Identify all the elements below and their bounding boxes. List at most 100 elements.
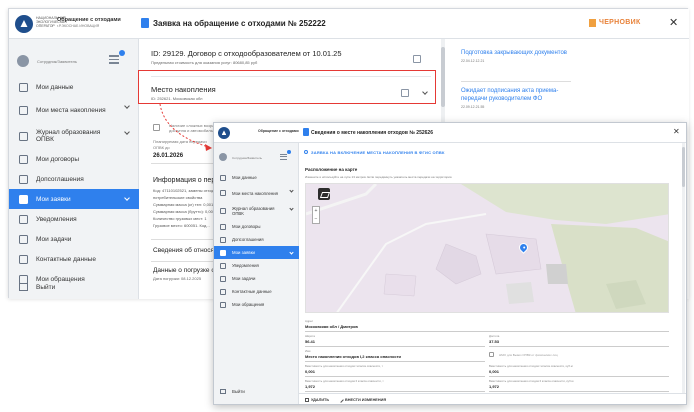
menu-item-icon: [220, 174, 226, 181]
close-icon[interactable]: ✕: [669, 16, 678, 29]
edit-icon[interactable]: [413, 55, 421, 63]
zoom-in-button[interactable]: +: [313, 207, 319, 215]
front-brand: Обращение с отходами: [214, 123, 299, 143]
sidebar-item[interactable]: Мои задачи: [9, 229, 139, 249]
sidebar-item[interactable]: Мои договоры: [214, 220, 299, 233]
transfer-date-label: Планируемая дата передачи: [153, 139, 207, 144]
sidebar-item[interactable]: Уведомления: [214, 259, 299, 272]
sidebar-item[interactable]: Допсоглашения: [214, 233, 299, 246]
chevron-down-icon: [124, 103, 130, 109]
sidebar-item[interactable]: Допсоглашения: [9, 169, 139, 189]
exit-icon: [19, 283, 28, 291]
sidebar-item[interactable]: Мои задачи: [214, 272, 299, 285]
org-title: Обращение с отходами: [258, 129, 299, 133]
edit-button[interactable]: ВНЕСТИ ИЗМЕНЕНИЯ: [338, 396, 386, 403]
sidebar-item[interactable]: Мои места накопления: [9, 97, 139, 123]
capacity-class2-t-field[interactable]: Вместимость для накопления отходов II кл…: [305, 379, 485, 392]
sidebar-item[interactable]: Мои договоры: [9, 149, 139, 169]
sidebar-item-label: Мои заявки: [232, 250, 255, 255]
delete-label: УДАЛИТЬ: [311, 397, 330, 402]
latitude-field[interactable]: Широта 56.41: [305, 334, 485, 347]
capacity-class1-m3-field[interactable]: Вместимость для накопления отходов I кла…: [489, 364, 669, 377]
user-name: Сотрудник/Заявитель: [232, 156, 263, 160]
menu-item-icon: [220, 301, 226, 308]
menu-item-icon: [220, 288, 226, 295]
capacity-class1-t-field[interactable]: Вместимость для накопления отходов I кла…: [305, 364, 485, 377]
name-field[interactable]: Имя Место накопления отходов I,2 класса …: [305, 349, 485, 362]
longitude-field[interactable]: Долгота 37.53: [489, 334, 669, 347]
plus-circle-icon: [304, 150, 308, 154]
front-nav-menu: Мои данные Мои места накопления Журнал обр…: [214, 171, 299, 311]
sidebar-item[interactable]: Мои данные: [214, 171, 299, 184]
loading-subtitle: Дата погрузки: 08.12.2025: [153, 276, 202, 281]
exit-icon: [220, 389, 226, 394]
status-item[interactable]: Подготовка закрывающих документов 22.04.…: [461, 49, 581, 63]
capacity-label: Вместимость для накопления отходов I кла…: [305, 364, 383, 368]
org-logo-icon: [218, 127, 230, 139]
transfer-date-value: 26.01.2026: [153, 153, 184, 159]
status-item[interactable]: Ожидает подписания акта приема-передачи …: [461, 87, 581, 109]
exit-label: Выйти: [36, 283, 56, 291]
zoom-out-button[interactable]: −: [313, 215, 319, 223]
sidebar-item[interactable]: Журнал образования ОПВК: [9, 123, 139, 149]
sidebar-item[interactable]: Мои места накопления: [214, 184, 299, 202]
front-scrollbar[interactable]: [682, 143, 685, 393]
sidebar-item-label: Мои места накопления: [36, 106, 106, 114]
sidebar-item-label: Контактные данные: [232, 289, 272, 294]
sidebar-item[interactable]: Мои заявки: [9, 189, 139, 209]
exit-button[interactable]: Выйти: [19, 283, 55, 291]
location-map[interactable]: + −: [305, 183, 669, 313]
latitude-label: Широта: [305, 334, 315, 338]
front-main: ЗАЯВКА НА ВКЛЮЧЕНИЕ МЕСТА НАКОПЛЕНИЯ В Ф…: [299, 143, 686, 404]
chevron-down-icon: [289, 249, 294, 255]
layers-icon[interactable]: [318, 188, 330, 200]
org-logo-icon: [15, 15, 33, 33]
exit-label: Выйти: [232, 389, 245, 394]
section-title: Расположение на карте: [305, 167, 358, 172]
menu-toggle-icon[interactable]: [280, 150, 291, 160]
avatar[interactable]: [17, 55, 29, 67]
divider: [461, 81, 571, 82]
sidebar-item[interactable]: Контактные данные: [9, 249, 139, 269]
sidebar-item[interactable]: Уведомления: [9, 209, 139, 229]
menu-item-icon: [19, 234, 28, 244]
individuals-checkbox[interactable]: [489, 352, 494, 357]
chevron-down-icon: [124, 195, 130, 201]
menu-item-icon: [220, 249, 226, 256]
transfer-detail-line: Грузовое место: 600051. Код...: [153, 223, 210, 228]
close-icon[interactable]: ✕: [673, 127, 680, 136]
sidebar-item-label: Мои обращения: [232, 302, 265, 307]
menu-toggle-icon[interactable]: [109, 50, 125, 65]
sidebar-item[interactable]: Контактные данные: [214, 285, 299, 298]
sidebar-item[interactable]: Мои данные: [9, 77, 139, 97]
include-request-link[interactable]: ЗАЯВКА НА ВКЛЮЧЕНИЕ МЕСТА НАКОПЛЕНИЯ В Ф…: [311, 150, 445, 155]
chevron-down-icon: [289, 187, 294, 193]
exit-button[interactable]: Выйти: [220, 389, 245, 394]
sidebar-item[interactable]: Мои обращения: [214, 298, 299, 311]
transfer-detail-line: Суммарная масса (кг) тел: 0,001: [153, 202, 214, 207]
back-brand: НАЦИОНАЛЬНАЯ ЭКОЛОГИЧЕСКАЯ ОПЕРАТОР Обра…: [9, 9, 139, 39]
front-window: Обращение с отходами Сотрудник/Заявитель…: [213, 122, 687, 405]
chevron-down-icon: [289, 205, 294, 211]
transfer-detail-line: Код: 47110102521, замены отходов: [153, 188, 219, 193]
related-info-title: Сведения об относящ...: [153, 247, 221, 254]
sidebar-item[interactable]: Мои заявки: [214, 246, 299, 259]
menu-item-icon: [19, 105, 28, 115]
page-title: Сведения о месте накопления отходов № 25…: [311, 130, 433, 136]
sidebar-item-label: Мои договоры: [232, 224, 261, 229]
delete-button[interactable]: УДАЛИТЬ: [305, 397, 330, 402]
sidebar-item[interactable]: Журнал образования ОПВК: [214, 202, 299, 220]
sidebar-item-label: Мои задачи: [36, 235, 72, 243]
divider: [151, 261, 221, 262]
capacity-class2-m3-field[interactable]: Вместимость для накопления отходов II кл…: [489, 379, 669, 392]
avatar[interactable]: [219, 153, 227, 161]
transport-checkbox[interactable]: [153, 124, 160, 131]
front-footer: УДАЛИТЬ ВНЕСТИ ИЗМЕНЕНИЯ: [299, 393, 686, 404]
address-field[interactable]: Адрес Московская обл / Дмитров: [305, 319, 669, 332]
sidebar-item-label: Уведомления: [36, 215, 77, 223]
zoom-control[interactable]: + −: [312, 206, 320, 224]
capacity-label: Вместимость для накопления отходов II кл…: [305, 379, 384, 383]
notification-dot-icon: [287, 150, 291, 154]
sidebar-item-label: Мои заявки: [36, 195, 71, 203]
chevron-down-icon: [124, 129, 130, 135]
